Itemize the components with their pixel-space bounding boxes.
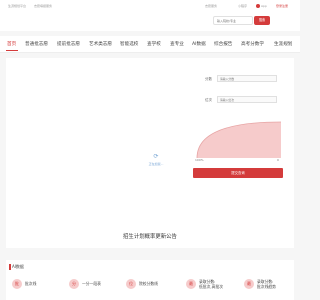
top-right-link-3[interactable]: App [261, 4, 267, 8]
ai-card-batch-line[interactable]: 批 批次线 [12, 272, 36, 296]
ai-card-sublabel: 低批次,高批次 [199, 284, 223, 289]
score-label: 分数 [205, 77, 212, 81]
search-button[interactable]: 搜索 [254, 16, 270, 25]
ai-card-label: 一分一段表 [82, 281, 101, 287]
login-link[interactable]: 登录注册 [276, 4, 288, 8]
gauge-arc [196, 121, 282, 159]
probability-gauge: 100% 0 [193, 120, 285, 164]
search-input[interactable] [213, 16, 253, 25]
top-right-link-1[interactable]: 志愿服务 [205, 4, 217, 8]
nav-item-score[interactable]: 高考分数学 [241, 41, 264, 47]
ai-data-section: AI数据 批 批次线 分 一分一段表 位 院校分数线 最 录取分数: 低批次,高… [6, 260, 294, 300]
ai-card-admission-score-trend[interactable]: 最 录取分数: 批次线趋势 [244, 272, 276, 296]
nav-item-home[interactable]: 首页 [7, 41, 16, 47]
admission-score-icon: 最 [186, 279, 196, 289]
nav-item-report[interactable]: 综合报告 [214, 41, 232, 47]
nav-item-smart-select[interactable]: 智能选校 [120, 41, 138, 47]
announcement-title[interactable]: 招生计划概率更新公告 [0, 232, 300, 240]
nav-item-regular[interactable]: 普通批志愿 [25, 41, 48, 47]
score-input[interactable] [217, 75, 277, 82]
spinner-icon: ⟳ [153, 153, 159, 160]
ai-section-title: AI数据 [12, 264, 24, 269]
gauge-min-label: 100% [195, 158, 204, 162]
header: 搜索 [0, 11, 300, 31]
loading-text: 正在加载... [148, 162, 164, 166]
nav-item-early[interactable]: 提前批志愿 [57, 41, 80, 47]
top-utility-bar: 生涯规划平台 志愿填报服务 志愿服务 小程序 App 登录注册 [0, 0, 300, 11]
top-right-link-2[interactable]: 小程序 [238, 4, 247, 8]
rank-label: 位次 [205, 98, 212, 102]
ai-card-label: 批次线 [25, 281, 37, 287]
nav-active-indicator [6, 50, 18, 52]
main-nav: 首页 普通批志愿 提前批志愿 艺术类志愿 智能选校 查学校 查专业 AI数据 综… [0, 36, 300, 53]
loading-indicator: ⟳ 正在加载... [146, 143, 166, 166]
ai-card-admission-score-batch[interactable]: 最 录取分数: 低批次,高批次 [186, 272, 223, 296]
section-accent-bar [9, 264, 11, 270]
nav-item-career[interactable]: 生涯规划 [274, 41, 292, 47]
top-link-2[interactable]: 志愿填报服务 [34, 4, 52, 8]
ai-card-score-segment[interactable]: 分 一分一段表 [69, 272, 101, 296]
batch-line-icon: 批 [12, 279, 22, 289]
gauge-max-label: 0 [277, 158, 279, 162]
score-segment-icon: 分 [69, 279, 79, 289]
trend-icon: 最 [244, 279, 254, 289]
top-link-1[interactable]: 生涯规划平台 [8, 4, 26, 8]
rank-input[interactable] [217, 96, 277, 103]
nav-item-major[interactable]: 查专业 [170, 41, 184, 47]
school-score-icon: 位 [126, 279, 136, 289]
submit-query-button[interactable]: 提交查询 [193, 168, 283, 178]
app-icon [256, 4, 260, 8]
ai-card-school-score[interactable]: 位 院校分数线 [126, 272, 158, 296]
nav-item-art[interactable]: 艺术类志愿 [89, 41, 112, 47]
ai-card-label: 院校分数线 [139, 281, 158, 287]
ai-card-sublabel: 批次线趋势 [257, 284, 276, 289]
nav-item-school[interactable]: 查学校 [147, 41, 161, 47]
nav-item-ai[interactable]: AI数据 [192, 41, 206, 47]
